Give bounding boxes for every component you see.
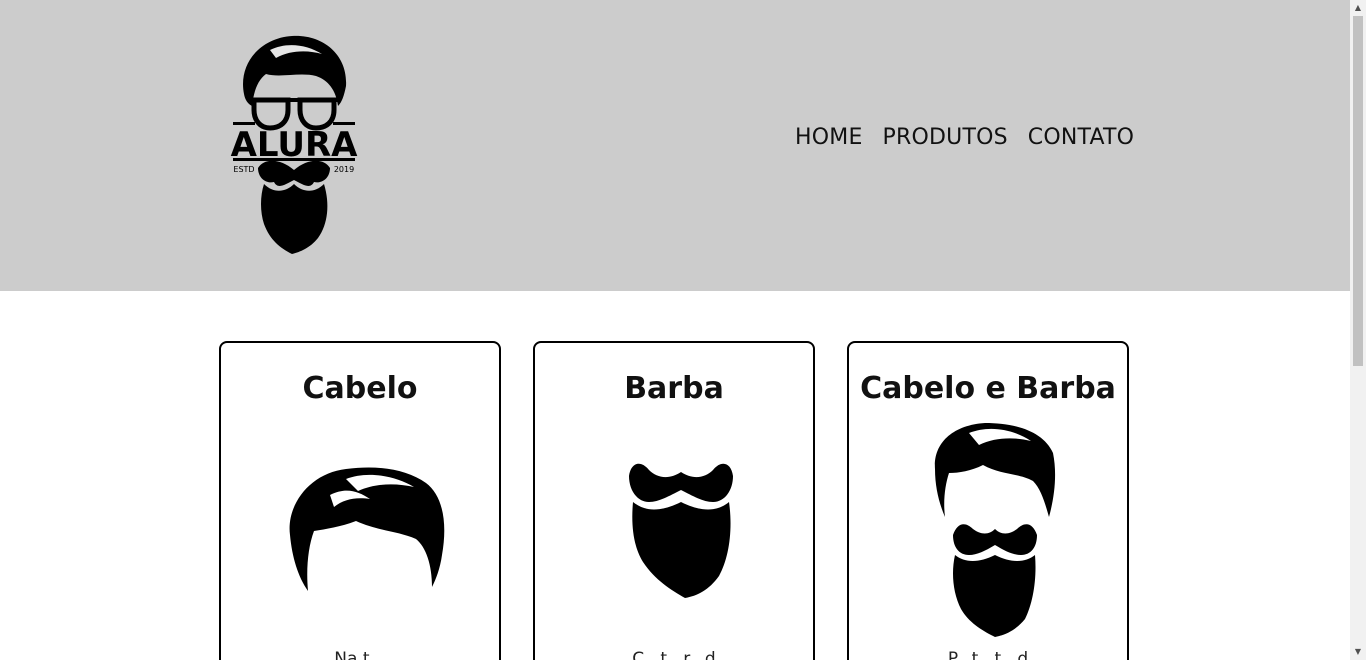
card-text: P...t...t...d (947, 649, 1029, 660)
card-title: Cabelo e Barba (860, 371, 1116, 406)
scrollbar-thumb[interactable] (1353, 16, 1363, 366)
barber-logo-icon[interactable]: ALURA ESTD 2019 (230, 34, 358, 254)
scroll-down-arrow-icon[interactable]: ▼ (1350, 644, 1366, 660)
scroll-up-arrow-icon[interactable]: ▲ (1350, 0, 1366, 16)
logo-year: 2019 (334, 165, 354, 174)
beard-icon (535, 421, 813, 641)
card-text: Na t... (334, 649, 386, 660)
product-card-cabelo-e-barba: Cabelo e Barba P...t...t...d (847, 341, 1129, 660)
hair-and-beard-icon (849, 421, 1127, 641)
logo-estd: ESTD (233, 165, 254, 174)
card-title: Cabelo (302, 371, 418, 406)
main-nav: HOME PRODUTOS CONTATO (795, 124, 1134, 152)
product-card-barba: Barba C...t...r...d (533, 341, 815, 660)
hair-icon (221, 421, 499, 641)
product-card-cabelo: Cabelo Na t... (219, 341, 501, 660)
nav-home[interactable]: HOME (795, 124, 863, 152)
nav-contato[interactable]: CONTATO (1028, 124, 1134, 152)
page-scrollbar[interactable]: ▲ ▼ (1350, 0, 1366, 660)
card-title: Barba (624, 371, 724, 406)
site-header: ALURA ESTD 2019 HOME PRODUTOS CONTATO (0, 0, 1350, 291)
card-text: C...t...r...d (632, 649, 716, 660)
nav-produtos[interactable]: PRODUTOS (883, 124, 1008, 152)
